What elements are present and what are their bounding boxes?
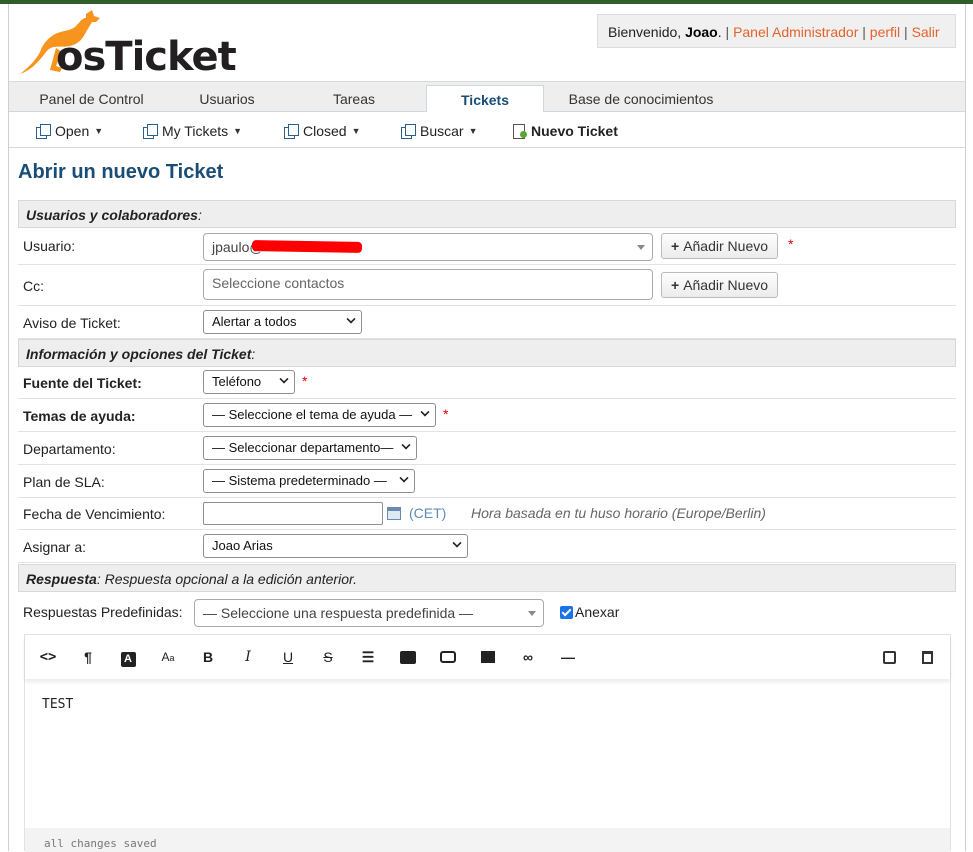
section-users: Usuarios y colaboradores: <box>18 200 956 228</box>
table-icon[interactable] <box>477 647 499 667</box>
row-sla: Plan de SLA: <box>18 465 956 498</box>
tickets-icon <box>401 124 416 139</box>
canned-label: Respuestas Predefinidas: <box>23 604 183 620</box>
add-user-button[interactable]: + Añadir Nuevo <box>661 233 779 259</box>
user-name: Joao <box>685 24 718 40</box>
logout-link[interactable]: Salir <box>912 24 940 40</box>
editor-toolbar: <> ¶ A Aa B I U S ☰ ∞ — <box>25 635 950 679</box>
search-menu[interactable]: Buscar ▼ <box>401 121 478 141</box>
plus-icon: + <box>671 238 680 254</box>
chevron-down-icon: ▼ <box>233 126 243 136</box>
italic-icon[interactable]: I <box>237 647 259 667</box>
code-view-icon[interactable]: <> <box>37 647 59 667</box>
logo[interactable]: osTicket <box>16 8 237 80</box>
delete-draft-icon[interactable] <box>916 647 938 667</box>
notice-label: Aviso de Ticket: <box>23 315 121 331</box>
editor-status: all changes saved <box>25 828 950 852</box>
main-nav: Panel de Control Usuarios Tareas Tickets… <box>9 81 965 114</box>
chevron-down-icon: ▼ <box>468 126 478 136</box>
tab-users[interactable]: Usuarios <box>187 88 267 112</box>
attach-label: Anexar <box>575 604 620 620</box>
open-tickets-menu[interactable]: Open ▼ <box>36 121 103 141</box>
editor-content[interactable]: TEST <box>42 697 73 712</box>
chevron-down-icon <box>420 407 430 417</box>
notice-select[interactable]: Alertar a todos <box>203 310 362 334</box>
logo-text: osTicket <box>56 34 237 80</box>
user-info-box: Bienvenido, Joao. | Panel Administrador … <box>597 14 956 48</box>
tab-dashboard[interactable]: Panel de Control <box>29 88 154 112</box>
chevron-down-icon: ▼ <box>351 126 361 136</box>
chevron-down-icon <box>279 374 289 384</box>
profile-link[interactable]: perfil <box>870 24 900 40</box>
timezone-label: (CET) <box>409 505 447 521</box>
chevron-down-icon <box>346 314 356 324</box>
required-mark: * <box>443 406 449 422</box>
text-color-icon[interactable]: A <box>117 647 139 667</box>
section-ticket-info: Información y opciones del Ticket: <box>18 339 956 367</box>
tab-tickets[interactable]: Tickets <box>426 85 544 114</box>
horizontal-rule-icon[interactable]: — <box>557 647 579 667</box>
add-cc-button[interactable]: + Añadir Nuevo <box>661 272 779 298</box>
section-response: Respuesta: Respuesta opcional a la edici… <box>18 564 956 592</box>
closed-tickets-menu[interactable]: Closed ▼ <box>284 121 361 141</box>
cc-label: Cc: <box>23 278 44 294</box>
rich-text-editor: <> ¶ A Aa B I U S ☰ ∞ — TEST all changes… <box>24 634 951 852</box>
row-topic: Temas de ayuda: <box>18 399 956 432</box>
chevron-down-icon: ▼ <box>94 126 104 136</box>
source-select[interactable]: Teléfono <box>203 370 295 394</box>
due-date-label: Fecha de Vencimiento: <box>23 506 166 522</box>
required-mark: * <box>788 236 794 252</box>
help-topic-select[interactable]: — Seleccione el tema de ayuda — <box>203 403 436 427</box>
tickets-icon <box>284 124 299 139</box>
topic-label: Temas de ayuda: <box>23 408 136 424</box>
row-assign: Asignar a: <box>18 530 956 563</box>
underline-icon[interactable]: U <box>277 647 299 667</box>
attach-checkbox[interactable] <box>560 606 573 619</box>
new-ticket-link[interactable]: Nuevo Ticket <box>512 121 618 141</box>
sla-select[interactable]: — Sistema predeterminado — <box>203 469 415 493</box>
strikethrough-icon[interactable]: S <box>317 647 339 667</box>
tickets-icon <box>143 124 158 139</box>
paragraph-icon[interactable]: ¶ <box>77 647 99 667</box>
department-label: Departamento: <box>23 441 116 457</box>
chevron-down-icon <box>399 473 409 483</box>
department-select[interactable]: — Seleccionar departamento— <box>203 436 417 460</box>
dropdown-arrow-icon <box>528 611 536 616</box>
row-department: Departamento: <box>18 432 956 465</box>
chevron-down-icon <box>401 440 411 450</box>
row-notice: Aviso de Ticket: <box>18 306 956 339</box>
sla-label: Plan de SLA: <box>23 474 105 490</box>
list-icon[interactable]: ☰ <box>357 647 379 667</box>
bold-icon[interactable]: B <box>197 647 219 667</box>
calendar-icon[interactable] <box>387 507 401 520</box>
assign-select[interactable]: Joao Arias <box>203 534 468 558</box>
tab-tasks[interactable]: Tareas <box>319 88 389 112</box>
source-label: Fuente del Ticket: <box>23 375 142 391</box>
due-date-input[interactable] <box>203 502 383 525</box>
plus-icon: + <box>671 277 680 293</box>
my-tickets-menu[interactable]: My Tickets ▼ <box>143 121 242 141</box>
page-title: Abrir un nuevo Ticket <box>18 161 224 183</box>
sub-nav: Open ▼ My Tickets ▼ Closed ▼ Buscar ▼ Nu… <box>9 112 965 148</box>
admin-panel-link[interactable]: Panel Administrador <box>733 24 858 40</box>
redaction-mark <box>251 240 363 253</box>
video-icon[interactable] <box>437 647 459 667</box>
image-icon[interactable] <box>397 647 419 667</box>
required-mark: * <box>302 373 308 389</box>
chevron-down-icon <box>452 538 462 548</box>
new-ticket-icon <box>512 124 527 139</box>
welcome-text: Bienvenido, <box>608 24 686 40</box>
user-label: Usuario: <box>23 238 76 254</box>
timezone-hint: Hora basada en tu huso horario (Europe/B… <box>471 505 766 521</box>
font-size-icon[interactable]: Aa <box>157 647 179 667</box>
dropdown-arrow-icon <box>637 245 645 250</box>
tab-knowledgebase[interactable]: Base de conocimientos <box>561 88 721 112</box>
tickets-icon <box>36 124 51 139</box>
link-icon[interactable]: ∞ <box>517 647 539 667</box>
assign-label: Asignar a: <box>23 539 87 555</box>
canned-response-select[interactable]: — Seleccione una respuesta predefinida — <box>194 599 544 627</box>
row-source: Fuente del Ticket: <box>18 367 956 399</box>
save-draft-icon[interactable] <box>878 647 900 667</box>
cc-input[interactable]: Seleccione contactos <box>203 269 653 300</box>
